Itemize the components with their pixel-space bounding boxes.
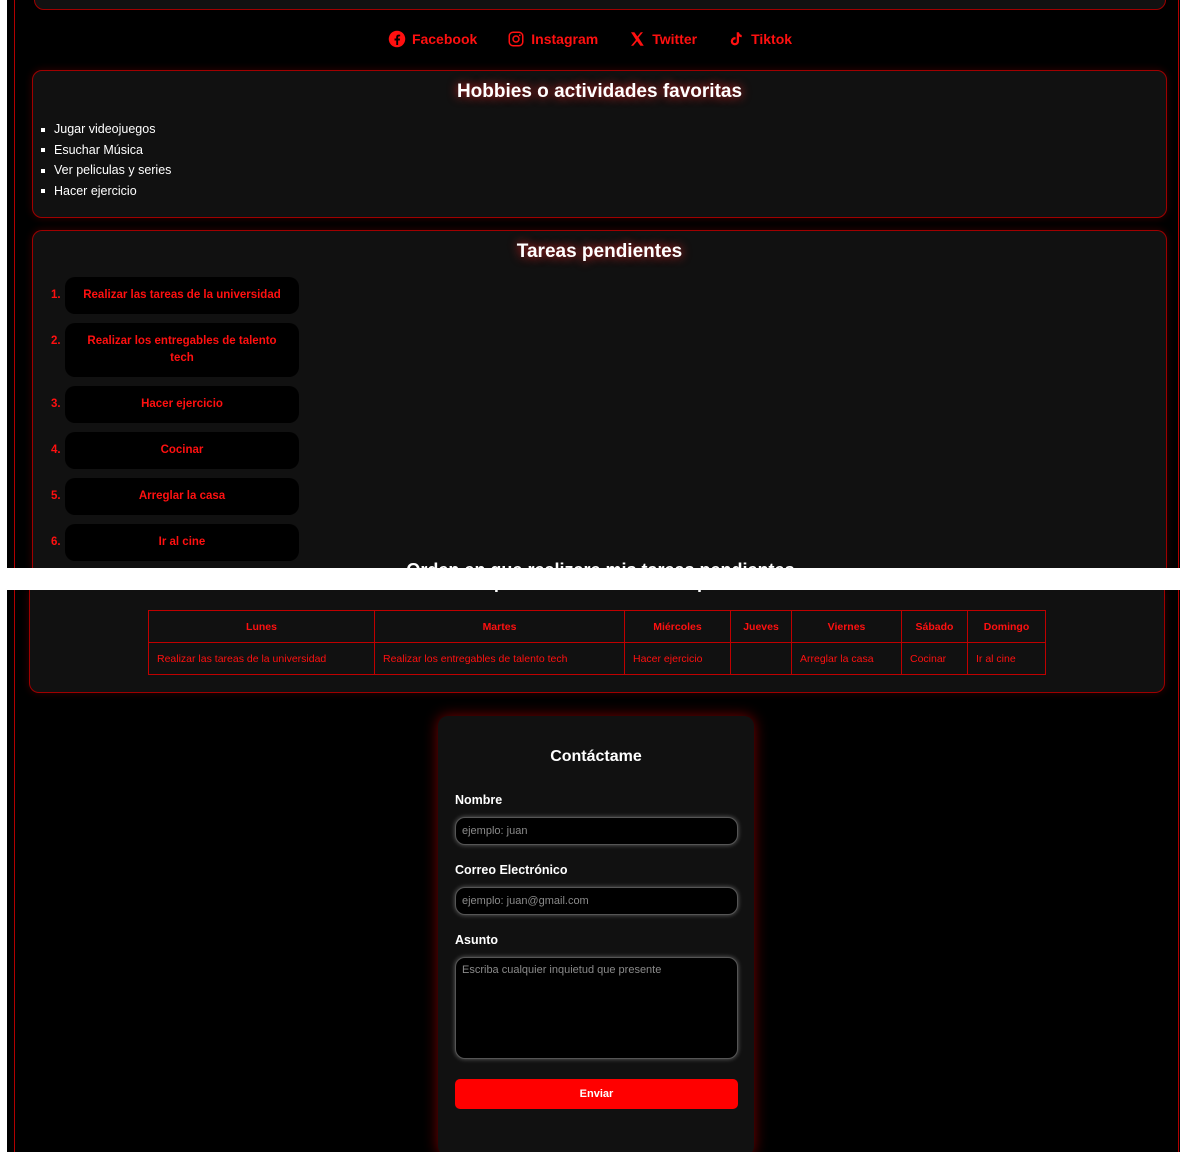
schedule-table: Lunes Martes Miércoles Jueves Viernes Sá… (148, 610, 1046, 675)
hobbies-card: Hobbies o actividades favoritas Jugar vi… (32, 70, 1167, 218)
tiktok-icon (727, 30, 745, 48)
subject-label: Asunto (455, 933, 499, 947)
table-cell: Hacer ejercicio (624, 642, 731, 675)
hobbies-list: Jugar videojuegos Esuchar Música Ver pel… (33, 119, 1166, 201)
social-links: Facebook Instagram Twitter Tiktok (0, 30, 1180, 48)
task-number: 6. (51, 536, 61, 548)
list-item: Hacer ejercicio (41, 181, 1166, 202)
schedule-card: Orden en que realizare mis tareas pendie… (29, 582, 1165, 693)
facebook-link[interactable]: Facebook (388, 30, 477, 48)
x-twitter-icon (628, 30, 646, 48)
table-header: Miércoles (624, 610, 731, 643)
task-number: 4. (51, 444, 61, 456)
table-cell: Realizar los entregables de talento tech (374, 642, 625, 675)
table-cell: Ir al cine (967, 642, 1046, 675)
list-item: Ver peliculas y series (41, 160, 1166, 181)
task-pill: Ir al cine (65, 524, 299, 561)
email-field[interactable] (455, 887, 738, 915)
instagram-link[interactable]: Instagram (507, 30, 598, 48)
facebook-icon (388, 30, 406, 48)
contact-form: Contáctame Nombre Correo Electrónico Asu… (438, 716, 754, 1152)
screenshot-edge (0, 0, 7, 568)
tiktok-label: Tiktok (751, 31, 793, 47)
table-cell: Cocinar (901, 642, 968, 675)
page: Facebook Instagram Twitter Tiktok Hobbie… (0, 0, 1180, 1152)
table-cell (730, 642, 792, 675)
name-field[interactable] (455, 817, 738, 845)
submit-button[interactable]: Enviar (455, 1079, 738, 1109)
task-number: 2. (51, 335, 61, 347)
previous-card-edge (34, 0, 1166, 10)
subject-field[interactable] (455, 957, 738, 1059)
task-pill: Cocinar (65, 432, 299, 469)
instagram-icon (507, 30, 525, 48)
hobbies-title: Hobbies o actividades favoritas (456, 81, 743, 102)
twitter-label: Twitter (652, 31, 698, 47)
task-number: 5. (51, 490, 61, 502)
table-header: Viernes (791, 610, 902, 643)
list-item: 1. Realizar las tareas de la universidad (51, 277, 1166, 314)
table-header: Domingo (967, 610, 1046, 643)
table-header: Lunes (148, 610, 375, 643)
facebook-label: Facebook (411, 31, 478, 47)
list-item: 3. Hacer ejercicio (51, 386, 1166, 423)
table-header-row: Lunes Martes Miércoles Jueves Viernes Sá… (148, 610, 1046, 643)
task-number: 1. (51, 289, 61, 301)
list-item: 6. Ir al cine (51, 524, 1166, 561)
table-cell: Realizar las tareas de la universidad (148, 642, 375, 675)
list-item: Jugar videojuegos (41, 119, 1166, 140)
list-item: Esuchar Música (41, 140, 1166, 161)
task-pill: Realizar las tareas de la universidad (65, 277, 299, 314)
screenshot-edge (0, 590, 7, 1152)
task-pill: Arreglar la casa (65, 478, 299, 515)
table-row: Realizar las tareas de la universidad Re… (148, 642, 1046, 675)
table-header: Sábado (901, 610, 968, 643)
table-cell: Arreglar la casa (791, 642, 902, 675)
task-pill: Realizar los entregables de talento tech (65, 323, 299, 377)
task-number: 3. (51, 398, 61, 410)
tasks-title: Tareas pendientes (516, 241, 683, 262)
twitter-link[interactable]: Twitter (628, 30, 697, 48)
tasks-card: Tareas pendientes 1. Realizar las tareas … (32, 230, 1167, 570)
screenshot-gap (0, 568, 1180, 590)
table-header: Martes (374, 610, 625, 643)
task-pill: Hacer ejercicio (65, 386, 299, 423)
name-label: Nombre (455, 793, 503, 807)
table-header: Jueves (730, 610, 792, 643)
tasks-list: 1. Realizar las tareas de la universidad … (33, 277, 1166, 561)
tiktok-link[interactable]: Tiktok (727, 30, 792, 48)
contact-title: Contáctame (550, 748, 642, 765)
list-item: 5. Arreglar la casa (51, 478, 1166, 515)
list-item: 4. Cocinar (51, 432, 1166, 469)
list-item: 2. Realizar los entregables de talento te… (51, 323, 1166, 377)
email-label: Correo Electrónico (455, 863, 568, 877)
instagram-label: Instagram (531, 31, 599, 47)
